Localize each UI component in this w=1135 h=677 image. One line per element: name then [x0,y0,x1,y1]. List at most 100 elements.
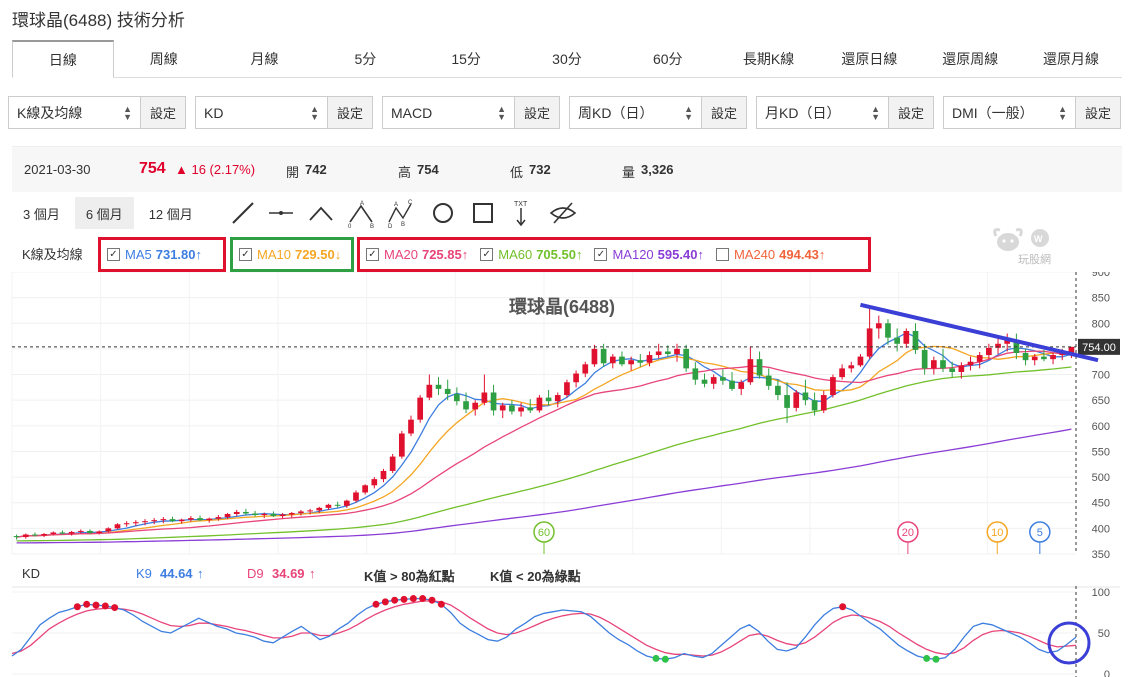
ma-item-ma120[interactable]: ✓ MA120 595.40 ↑ [594,247,704,262]
k-overbought-dot [400,595,408,603]
ma-name: MA20 [384,247,418,262]
y-tick-label: 700 [1092,370,1110,382]
candle-body [1041,356,1047,360]
settings-button-5[interactable]: 設定 [1075,96,1121,129]
range-button-2[interactable]: 12 個月 [138,197,204,229]
range-buttons: 3 個月 6 個月 12 個月 [12,197,208,229]
ma-marker-label: 20 [902,527,914,539]
checkbox-icon[interactable] [715,248,729,261]
ma-item-ma5[interactable]: ✓ MA5 731.80 ↑ [107,247,202,262]
indicator-select-2[interactable]: MACD ▲ ▼ [382,96,514,129]
rectangle-tool-icon[interactable] [468,198,498,228]
k-overbought-dot [409,595,417,603]
ma-arrow: ↓ [334,247,342,262]
text-tool-icon[interactable]: TXT [506,198,536,228]
candle-body [206,518,213,521]
kd-y-tick-label: 100 [1092,587,1110,599]
range-button-0[interactable]: 3 個月 [12,197,71,229]
candle-body [940,360,946,369]
tab-0[interactable]: 日線 [12,40,114,78]
horizontal-line-tool-icon[interactable] [266,198,296,228]
settings-button-1[interactable]: 設定 [327,96,373,129]
tab-8[interactable]: 還原日線 [820,40,921,77]
ma-item-ma60[interactable]: ✓ MA60 705.50 ↑ [480,247,582,262]
candle-body [334,504,341,506]
ma-name: MA240 [733,247,776,262]
ma-value: 731.80 [155,247,196,262]
k-line [11,597,1077,660]
y-tick-label: 550 [1092,446,1110,458]
tab-10[interactable]: 還原月線 [1021,40,1122,77]
candle-body [123,523,130,525]
chart-title: 環球晶(6488) [509,297,615,317]
candle-body [582,364,589,374]
candle-body [13,536,20,538]
svg-text:0: 0 [348,224,352,228]
tab-7[interactable]: 長期K線 [719,40,820,77]
high-value: 754 [417,162,439,177]
abc-pattern-icon[interactable]: A 0 B [346,198,376,228]
candle-body [481,392,488,403]
candle-body [765,375,772,386]
circle-tool-icon[interactable] [428,198,458,228]
settings-button-0[interactable]: 設定 [140,96,186,129]
ma-arrow: ↑ [461,247,469,262]
angle-tool-icon[interactable] [306,198,336,228]
candle-body [1022,353,1029,361]
tab-3[interactable]: 5分 [315,40,416,77]
y-tick-label: 850 [1092,293,1110,305]
candle-body [197,518,203,521]
ma-marker-label: 5 [1037,527,1043,539]
k-overbought-dot [437,600,445,608]
range-button-1[interactable]: 6 個月 [74,197,134,229]
hide-drawings-icon[interactable] [548,198,578,228]
candle-body [646,355,653,363]
tab-1[interactable]: 周線 [114,40,215,77]
svg-text:TXT: TXT [514,201,528,208]
tab-5[interactable]: 30分 [517,40,618,77]
candle-body [848,365,855,369]
candle-body [536,397,543,411]
k-overbought-dot [372,600,380,608]
settings-button-2[interactable]: 設定 [514,96,560,129]
indicator-select-3[interactable]: 周KD（日） ▲ ▼ [569,96,701,129]
indicator-select-4[interactable]: 月KD（日） ▲ ▼ [756,96,888,129]
checkbox-icon[interactable]: ✓ [366,248,379,261]
tab-9[interactable]: 還原周線 [920,40,1021,77]
updown-arrow-icon: ▲ ▼ [310,103,319,122]
ma-item-ma20[interactable]: ✓ MA20 725.85 ↑ [366,247,468,262]
candle-body [692,368,699,380]
indicator-select-5[interactable]: DMI（一般） ▲ ▼ [943,96,1075,129]
tab-2[interactable]: 月線 [215,40,316,77]
k-overbought-dot [73,603,81,611]
d9-arrow: ↑ [309,566,316,581]
ma-item-ma10[interactable]: ✓ MA10 729.50 ↓ [239,247,341,262]
candle-body [1050,355,1056,360]
line-tool-icon[interactable] [228,198,258,228]
select-value: 月KD（日） [765,104,841,121]
checkbox-icon[interactable]: ✓ [480,248,494,261]
checkbox-icon[interactable]: ✓ [107,248,120,261]
candle-body [307,510,313,512]
ma-item-ma240[interactable]: MA240 494.43 ↑ [715,247,825,262]
select-value: K線及均線 [17,104,83,121]
checkbox-icon[interactable]: ✓ [594,248,608,261]
selector-group-0: K線及均線 ▲ ▼ 設定 [8,96,186,129]
svg-text:B: B [370,224,374,228]
tab-6[interactable]: 60分 [618,40,719,77]
indicator-select-1[interactable]: KD ▲ ▼ [195,96,327,129]
quote-price: 754 [139,160,166,177]
settings-button-3[interactable]: 設定 [701,96,747,129]
candle-body [738,382,745,389]
candle-body [398,433,405,457]
candle-body [986,347,992,356]
settings-button-4[interactable]: 設定 [888,96,934,129]
candle-body [50,532,57,535]
k-overbought-dot [101,602,109,610]
candle-body [619,356,625,365]
indicator-select-0[interactable]: K線及均線 ▲ ▼ [8,96,140,129]
checkbox-icon[interactable]: ✓ [239,248,252,261]
candle-body [811,400,818,411]
tab-4[interactable]: 15分 [416,40,517,77]
abcd-pattern-icon[interactable]: A B C D [386,198,416,228]
